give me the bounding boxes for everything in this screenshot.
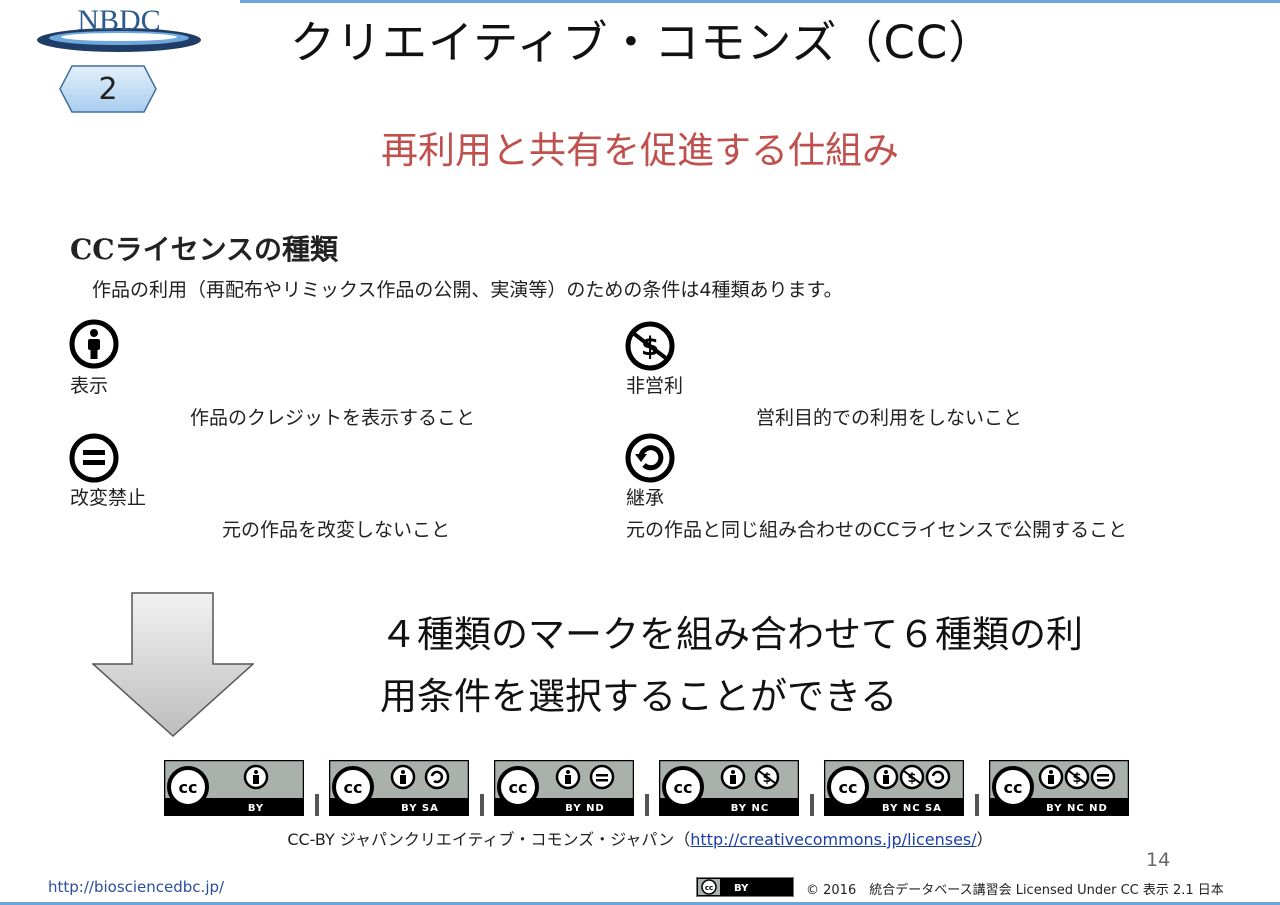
page-number: 14 <box>1146 849 1171 871</box>
nd-mark-icon <box>1090 764 1116 790</box>
license-badge-by: cc BY <box>164 760 304 816</box>
license-label: BY ND <box>565 803 604 814</box>
nc-mark-icon: $ <box>754 764 780 790</box>
license-badge-by-nc: cc $ BY NC <box>659 760 799 816</box>
license-label: BY NC ND <box>1046 803 1108 814</box>
license-types-heading: CCライセンスの種類 <box>70 233 339 266</box>
condition-name-attribution: 表示 <box>70 375 109 397</box>
license-badge-by-nc-nd: cc $ BY NC ND <box>989 760 1129 816</box>
license-types-intro: 作品の利用（再配布やリミックス作品の公開、実演等）のための条件は4種類あります。 <box>92 279 843 301</box>
sharealike-icon <box>625 433 675 483</box>
sa-mark-icon <box>424 764 450 790</box>
page-subtitle: 再利用と共有を促進する仕組み <box>381 129 899 172</box>
license-separator <box>645 794 649 816</box>
license-separator <box>975 794 979 816</box>
svg-text:cc: cc <box>1004 778 1023 797</box>
down-arrow-icon <box>92 592 254 738</box>
license-label: BY NC <box>731 803 770 814</box>
by-mark-icon <box>873 764 899 790</box>
license-badge-by-nc-sa: cc $ BY NC SA <box>824 760 964 816</box>
combination-callout: ４種類のマークを組み合わせて６種類の利 用条件を選択することができる <box>380 604 1083 728</box>
condition-desc-noderivatives: 元の作品を改変しないこと <box>222 519 451 541</box>
nbdc-logo: NBDC <box>37 4 201 52</box>
nd-mark-icon <box>589 764 615 790</box>
by-mark-icon <box>1038 764 1064 790</box>
condition-desc-noncommercial: 営利目的での利用をしないこと <box>756 407 1023 429</box>
callout-line-2: 用条件を選択することができる <box>380 675 898 718</box>
nc-mark-icon: $ <box>899 764 925 790</box>
noderivatives-icon <box>69 433 119 483</box>
license-badge-by-nd: cc BY ND <box>494 760 634 816</box>
svg-text:cc: cc <box>839 778 858 797</box>
credit-line: CC-BY ジャパンクリエイティブ・コモンズ・ジャパン（http://creat… <box>0 826 1280 850</box>
footer-copyright: © 2016 統合データベース講習会 Licensed Under CC 表示 … <box>806 883 1224 898</box>
condition-name-sharealike: 継承 <box>626 487 665 509</box>
logo-text: NBDC <box>77 4 160 37</box>
license-label: BY <box>248 803 264 814</box>
svg-text:cc: cc <box>705 884 713 892</box>
nc-mark-icon: $ <box>1064 764 1090 790</box>
svg-text:cc: cc <box>509 778 528 797</box>
license-separator <box>315 794 319 816</box>
page-title: クリエイティブ・コモンズ（CC） <box>290 16 995 69</box>
svg-text:cc: cc <box>179 778 198 797</box>
footer-url[interactable]: http://biosciencedbc.jp/ <box>48 878 224 896</box>
license-separator <box>480 794 484 816</box>
by-mark-icon <box>555 764 581 790</box>
top-accent-line <box>240 0 1280 3</box>
condition-name-noderivatives: 改変禁止 <box>70 487 147 509</box>
svg-text:cc: cc <box>674 778 693 797</box>
license-badge-row: cc BY cc BY SA cc BY ND cc $ BY NC cc $ BY NC SA cc $… <box>164 760 1134 816</box>
license-separator <box>810 794 814 816</box>
condition-name-noncommercial: 非営利 <box>626 375 684 397</box>
condition-desc-sharealike: 元の作品と同じ組み合わせのCCライセンスで公開すること <box>626 519 1128 541</box>
callout-line-1: ４種類のマークを組み合わせて６種類の利 <box>380 613 1083 656</box>
credit-suffix: ） <box>976 830 993 849</box>
license-label: BY SA <box>401 803 439 814</box>
cc-by-footer-badge: cc BY <box>696 877 794 897</box>
license-label: BY NC SA <box>882 803 942 814</box>
license-badge-by-sa: cc BY SA <box>329 760 469 816</box>
footer-badge-label: BY <box>734 883 749 894</box>
attribution-icon <box>69 319 119 369</box>
condition-desc-attribution: 作品のクレジットを表示すること <box>190 407 476 429</box>
credit-prefix: CC-BY ジャパンクリエイティブ・コモンズ・ジャパン（ <box>287 830 691 849</box>
sa-mark-icon <box>925 764 951 790</box>
by-mark-icon <box>243 764 269 790</box>
creativecommons-link[interactable]: http://creativecommons.jp/licenses/ <box>690 830 976 849</box>
noncommercial-icon: $ <box>625 321 675 371</box>
by-mark-icon <box>390 764 416 790</box>
slide-number-badge: 2 <box>98 71 118 107</box>
by-mark-icon <box>720 764 746 790</box>
svg-text:cc: cc <box>344 778 363 797</box>
